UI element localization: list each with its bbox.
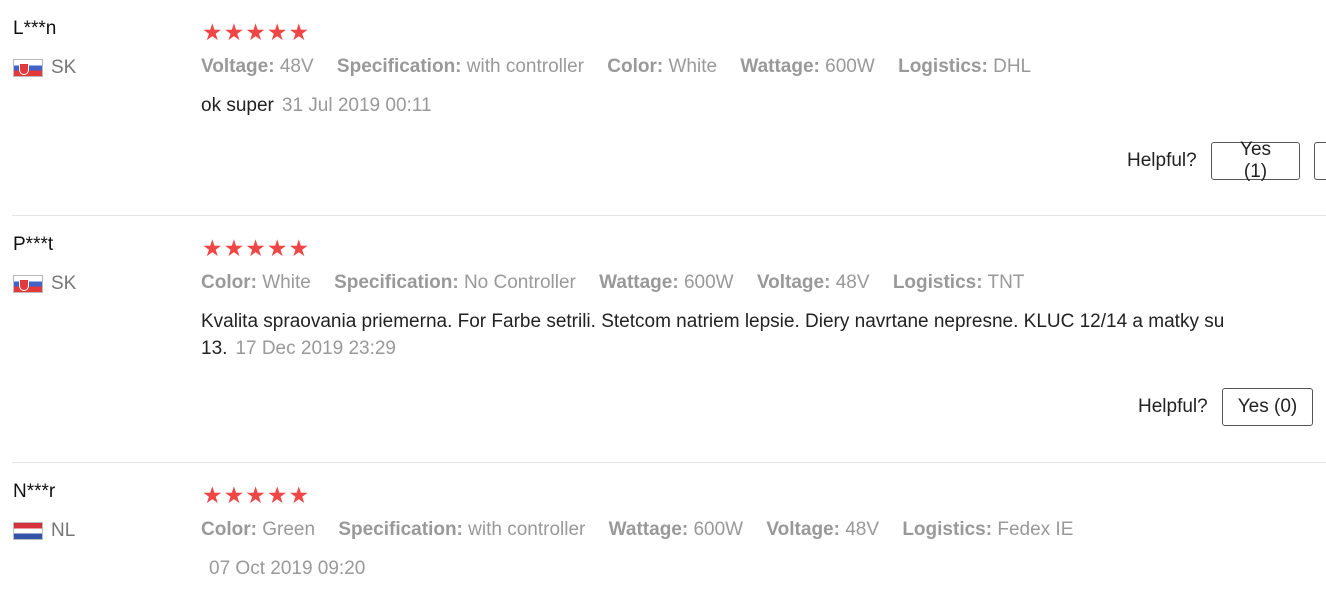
helpful-label: Helpful? [1127, 150, 1197, 171]
reviewer-country: SK [13, 57, 76, 79]
review-item: L***n SK ★★★★★ Voltage: 48V Specificatio… [0, 0, 1326, 216]
attribute-voltage: Voltage: 48V [766, 519, 880, 540]
netherlands-flag-icon [13, 522, 43, 540]
attribute-voltage: Voltage: 48V [756, 272, 870, 293]
attribute-color: Color: White [607, 56, 718, 77]
star-rating: ★★★★★ [202, 482, 311, 508]
review-item: P***t SK ★★★★★ Color: White Specificatio… [0, 216, 1326, 463]
attribute-wattage: Wattage: 600W [740, 56, 875, 77]
attribute-logistics: Logistics: TNT [892, 272, 1025, 293]
star-rating: ★★★★★ [202, 235, 311, 261]
review-date: 07 Oct 2019 09:20 [209, 558, 366, 579]
reviewer-name: P***t [13, 234, 54, 255]
country-code: NL [51, 520, 76, 541]
reviewer-name: N***r [13, 481, 56, 502]
reviewer-name: L***n [13, 18, 57, 39]
product-attributes: Color: Green Specification: with control… [201, 519, 1091, 541]
review-content: 07 Oct 2019 09:20 [201, 555, 1281, 582]
attribute-logistics: Logistics: Fedex IE [902, 519, 1074, 540]
attribute-logistics: Logistics: DHL [898, 56, 1032, 77]
helpful-yes-button[interactable]: Yes (0) [1221, 388, 1314, 426]
helpful-section: Helpful? Yes (0) [1138, 388, 1314, 426]
review-content: Kvalita spraovania priemerna. For Farbe … [201, 308, 1281, 362]
attribute-specification: Specification: with controller [336, 56, 584, 77]
helpful-label: Helpful? [1138, 396, 1208, 417]
product-attributes: Voltage: 48V Specification: with control… [201, 56, 1049, 78]
star-rating: ★★★★★ [202, 19, 311, 45]
reviewer-country: SK [13, 273, 76, 295]
attribute-voltage: Voltage: 48V [201, 56, 314, 77]
helpful-section: Helpful? Yes (1) [1127, 139, 1326, 182]
attribute-wattage: Wattage: 600W [608, 519, 744, 540]
review-text: ok super [201, 95, 274, 116]
helpful-no-button[interactable] [1314, 142, 1326, 180]
slovakia-flag-icon [13, 59, 43, 77]
helpful-yes-button[interactable]: Yes (1) [1210, 139, 1301, 182]
review-content: ok super 31 Jul 2019 00:11 [201, 92, 1281, 119]
review-item: N***r NL ★★★★★ Color: Green Specificatio… [0, 463, 1326, 592]
attribute-specification: Specification: with controller [338, 519, 586, 540]
product-attributes: Color: White Specification: No Controlle… [201, 272, 1042, 294]
attribute-color: Color: Green [201, 519, 316, 540]
slovakia-flag-icon [13, 275, 43, 293]
attribute-specification: Specification: No Controller [334, 272, 576, 293]
attribute-color: Color: White [201, 272, 311, 293]
country-code: SK [51, 57, 77, 78]
review-date: 31 Jul 2019 00:11 [281, 95, 432, 116]
reviewer-country: NL [13, 520, 75, 542]
country-code: SK [51, 273, 77, 294]
attribute-wattage: Wattage: 600W [599, 272, 734, 293]
review-date: 17 Dec 2019 23:29 [235, 338, 396, 359]
